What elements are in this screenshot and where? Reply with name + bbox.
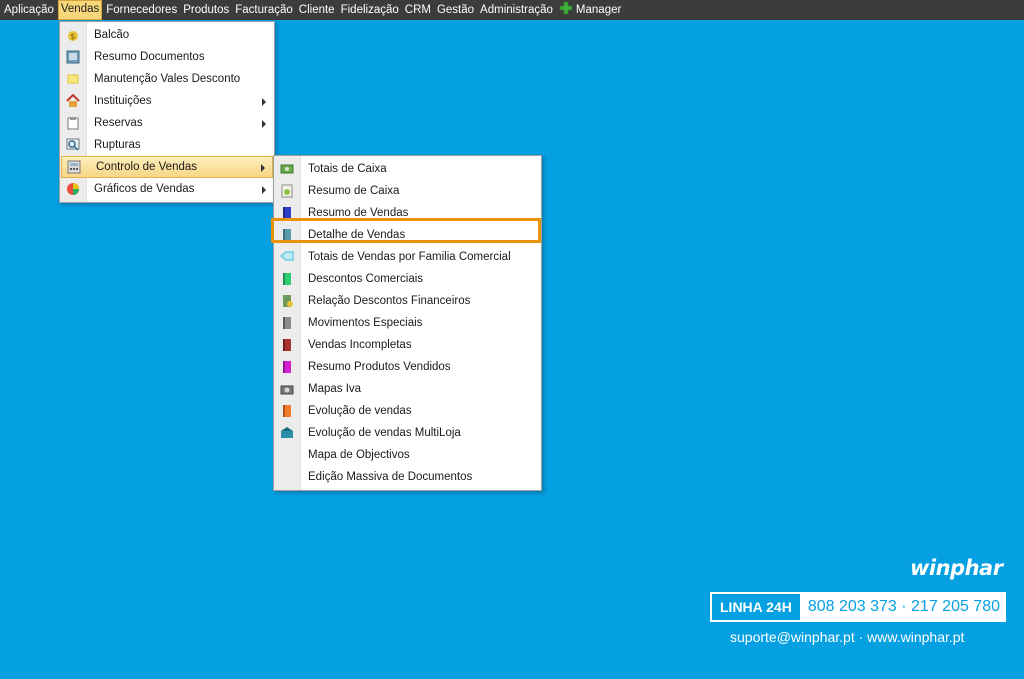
menu-fidelizacao[interactable]: Fidelização [339, 1, 401, 19]
book-gray-icon [283, 317, 291, 329]
menu-item-descontos-comerciais[interactable]: Descontos Comerciais [274, 268, 541, 290]
menu-administracao[interactable]: Administração [478, 1, 555, 19]
book-finance-icon [283, 295, 293, 307]
support-contacts: suporte@winphar.pt · www.winphar.pt [730, 629, 965, 645]
menu-item-manutencao-vales[interactable]: Manutenção Vales Desconto [60, 68, 274, 90]
menu-gestao[interactable]: Gestão [435, 1, 476, 19]
multistore-icon [281, 427, 293, 438]
book-magenta-icon [283, 361, 291, 373]
menu-aplicacao[interactable]: Aplicação [2, 1, 56, 19]
magnifier-icon [66, 138, 80, 151]
menu-item-balcao[interactable]: $ Balcão [60, 24, 274, 46]
focus-highlight [271, 218, 541, 243]
clipboard-icon [67, 117, 79, 130]
menu-item-reservas[interactable]: Reservas [60, 112, 274, 134]
menu-bar: Aplicação Vendas Fornecedores Produtos F… [0, 0, 1024, 20]
submenu-arrow-icon [262, 120, 266, 128]
menu-item-totais-caixa[interactable]: Totais de Caixa [274, 158, 541, 180]
cash-summary-icon [281, 184, 293, 198]
submenu-arrow-icon [262, 98, 266, 106]
menu-item-evolucao-vendas[interactable]: Evolução de vendas [274, 400, 541, 422]
menu-item-mapa-objectivos[interactable]: Mapa de Objectivos [274, 444, 541, 466]
menu-crm[interactable]: CRM [403, 1, 433, 19]
green-cross-icon [559, 1, 573, 15]
calculator-icon [67, 160, 81, 174]
menu-item-resumo-documentos[interactable]: Resumo Documentos [60, 46, 274, 68]
menu-item-vendas-incompletas[interactable]: Vendas Incompletas [274, 334, 541, 356]
book-green-icon [283, 273, 291, 285]
menu-item-descontos-financeiros[interactable]: Relação Descontos Financeiros [274, 290, 541, 312]
menu-item-mapas-iva[interactable]: Mapas Iva [274, 378, 541, 400]
book-orange-icon [283, 405, 291, 417]
vendas-dropdown: $ Balcão Resumo Documentos Manutenção Va… [59, 21, 275, 203]
menu-item-controlo-vendas[interactable]: Controlo de Vendas [61, 156, 273, 178]
menu-item-instituicoes[interactable]: Instituições [60, 90, 274, 112]
svg-text:$: $ [70, 32, 75, 41]
menu-produtos[interactable]: Produtos [181, 1, 231, 19]
menu-facturacao[interactable]: Facturação [233, 1, 295, 19]
support-line-box: LINHA 24H 808 203 373 · 217 205 780 [710, 592, 1006, 622]
voucher-icon [67, 74, 79, 84]
menu-vendas[interactable]: Vendas [57, 0, 103, 20]
menu-item-graficos-vendas[interactable]: Gráficos de Vendas [60, 178, 274, 200]
menu-item-resumo-caixa[interactable]: Resumo de Caixa [274, 180, 541, 202]
submenu-arrow-icon [262, 186, 266, 194]
controlo-vendas-submenu: Totais de Caixa Resumo de Caixa Resumo d… [273, 155, 542, 491]
pie-chart-icon [67, 183, 79, 195]
document-summary-icon [66, 50, 80, 64]
menu-item-movimentos-especiais[interactable]: Movimentos Especiais [274, 312, 541, 334]
cash-total-icon [280, 164, 294, 174]
support-phones: 808 203 373 · 217 205 780 [799, 594, 1004, 620]
menu-item-rupturas[interactable]: Rupturas [60, 134, 274, 156]
menu-item-resumo-produtos-vendidos[interactable]: Resumo Produtos Vendidos [274, 356, 541, 378]
book-red-icon [283, 339, 291, 351]
money-bag-icon: $ [68, 31, 78, 41]
house-icon [66, 94, 80, 107]
menu-manager-label: Manager [575, 4, 622, 16]
projector-icon [280, 385, 294, 395]
menu-item-edicao-massiva-documentos[interactable]: Edição Massiva de Documentos [274, 466, 541, 488]
menu-fornecedores[interactable]: Fornecedores [104, 1, 179, 19]
tag-icon [280, 251, 294, 261]
menu-item-evolucao-vendas-multiloja[interactable]: Evolução de vendas MultiLoja [274, 422, 541, 444]
menu-item-totais-familia-comercial[interactable]: Totais de Vendas por Familia Comercial [274, 246, 541, 268]
menu-manager[interactable]: Manager [557, 1, 623, 19]
menu-cliente[interactable]: Cliente [297, 1, 337, 19]
submenu-arrow-icon [261, 164, 265, 172]
winphar-logo: winphar [910, 556, 1003, 580]
linha-24h-label: LINHA 24H [712, 594, 800, 620]
